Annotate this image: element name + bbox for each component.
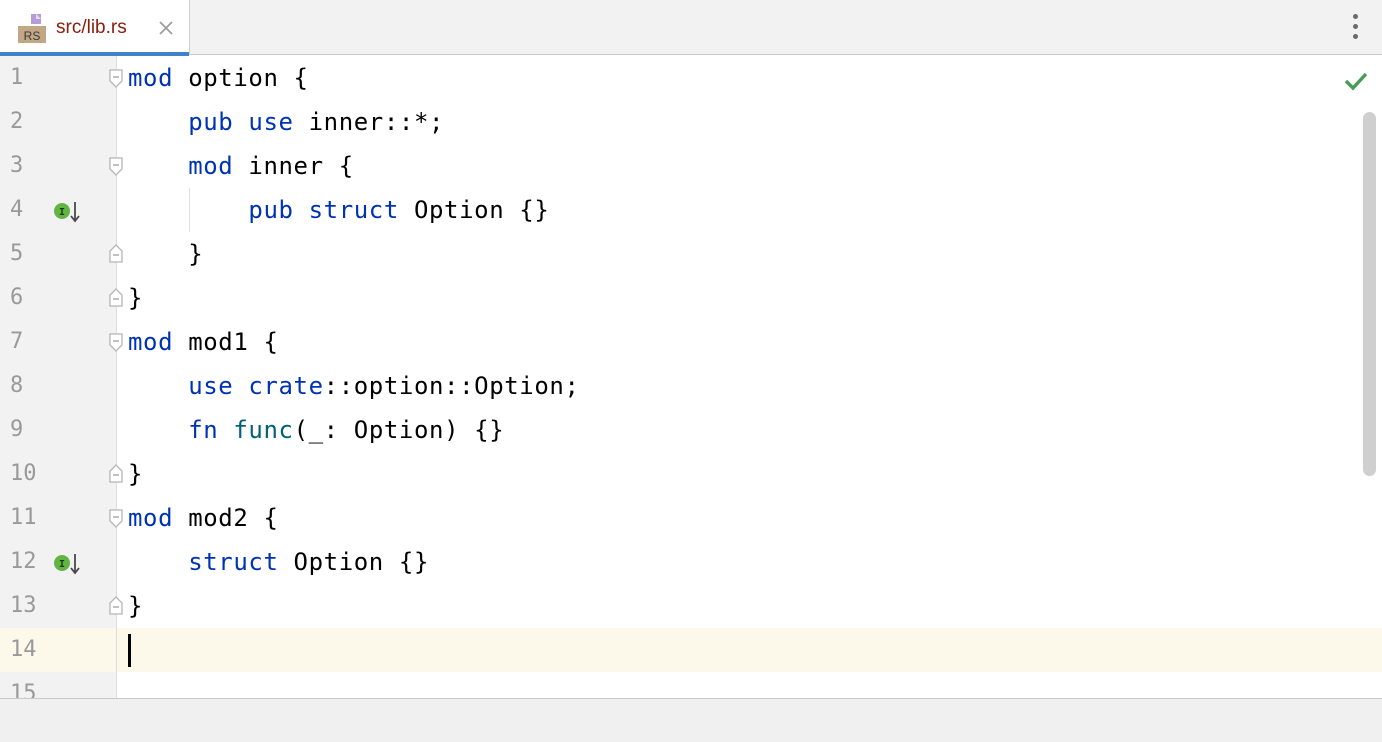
fold-close-icon[interactable] — [107, 242, 125, 264]
code-line: 3 mod inner { — [0, 144, 1382, 188]
fold-open-icon[interactable] — [107, 332, 125, 354]
code-text: } — [128, 460, 144, 488]
fold-open-icon[interactable] — [107, 156, 125, 178]
code-text: mod mod2 { — [128, 504, 279, 532]
line-number: 1 — [10, 65, 24, 90]
implemented-arrow-icon[interactable]: I — [52, 200, 84, 224]
more-vertical-icon[interactable] — [1346, 14, 1366, 42]
code-line: 8 use crate::option::Option; — [0, 364, 1382, 408]
line-number: 14 — [10, 637, 37, 662]
line-number: 5 — [10, 241, 24, 266]
code-line: 15 — [0, 672, 1382, 698]
code-text: pub struct Option {} — [248, 196, 550, 224]
line-number: 4 — [10, 197, 24, 222]
tab-title: src/lib.rs — [56, 17, 127, 38]
fold-close-icon[interactable] — [107, 286, 125, 308]
code-line: 2 pub use inner::*; — [0, 100, 1382, 144]
code-line: 4 I pub struct Option {} — [0, 188, 1382, 232]
line-number: 12 — [10, 549, 37, 574]
fold-open-icon[interactable] — [107, 68, 125, 90]
svg-text:I: I — [59, 559, 65, 570]
code-text: struct Option {} — [188, 548, 429, 576]
code-text: } — [128, 240, 204, 268]
line-number: 13 — [10, 593, 37, 618]
code-line: 6 } — [0, 276, 1382, 320]
code-line: 12 I struct Option {} — [0, 540, 1382, 584]
tab-lib-rs[interactable]: RS src/lib.rs — [0, 0, 190, 56]
fold-close-icon[interactable] — [107, 594, 125, 616]
fold-open-icon[interactable] — [107, 508, 125, 530]
code-line: 14 — [0, 628, 1382, 672]
text-caret — [128, 634, 131, 667]
code-text: pub use inner::*; — [188, 108, 445, 136]
code-editor[interactable]: 1 mod option { 2 pub use inner::*; 3 mod… — [0, 56, 1382, 698]
line-number: 15 — [10, 681, 37, 698]
code-line: 1 mod option { — [0, 56, 1382, 100]
close-icon[interactable] — [157, 19, 175, 37]
code-line: 5 } — [0, 232, 1382, 276]
code-line: 7 mod mod1 { — [0, 320, 1382, 364]
code-text: mod option { — [128, 64, 309, 92]
line-number: 11 — [10, 505, 37, 530]
bottom-bar — [0, 698, 1382, 742]
editor-tab-bar: RS src/lib.rs — [0, 0, 1382, 56]
line-number: 8 — [10, 373, 24, 398]
code-line: 13 } — [0, 584, 1382, 628]
rust-file-icon: RS — [18, 14, 46, 43]
line-number: 2 — [10, 109, 24, 134]
code-line: 10 } — [0, 452, 1382, 496]
line-number: 7 — [10, 329, 24, 354]
code-text: mod mod1 { — [128, 328, 279, 356]
svg-text:RS: RS — [24, 29, 41, 43]
svg-text:I: I — [59, 207, 65, 218]
line-number: 3 — [10, 153, 24, 178]
code-text: } — [128, 284, 144, 312]
line-number: 6 — [10, 285, 24, 310]
implemented-arrow-icon[interactable]: I — [52, 552, 84, 576]
code-line: 11 mod mod2 { — [0, 496, 1382, 540]
check-icon[interactable] — [1343, 70, 1369, 92]
code-text: } — [128, 592, 144, 620]
line-number: 9 — [10, 417, 24, 442]
code-text: mod inner { — [188, 152, 354, 180]
code-line: 9 fn func(_: Option) {} — [0, 408, 1382, 452]
line-number: 10 — [10, 461, 37, 486]
code-text: fn func(_: Option) {} — [188, 416, 505, 444]
vertical-scrollbar[interactable] — [1363, 112, 1376, 476]
code-text: use crate::option::Option; — [188, 372, 580, 400]
fold-close-icon[interactable] — [107, 462, 125, 484]
